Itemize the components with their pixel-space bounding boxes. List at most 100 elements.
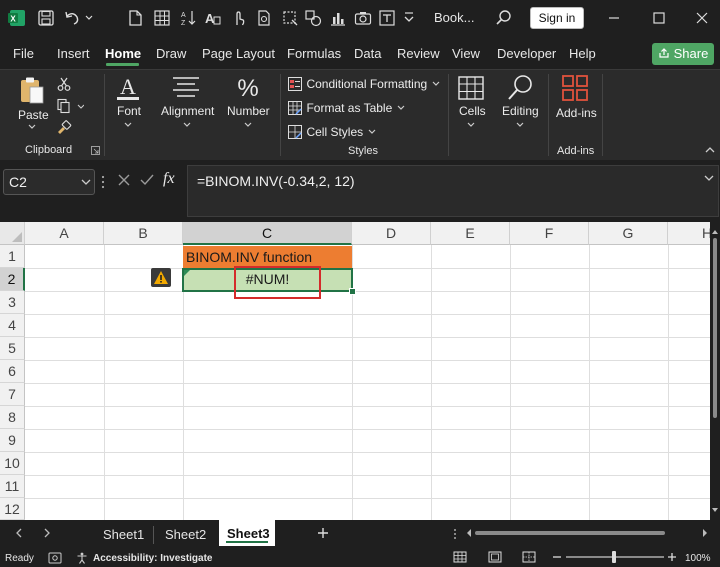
undo-icon[interactable]: [62, 8, 82, 28]
paste-label[interactable]: Paste: [18, 108, 49, 122]
scroll-left-icon[interactable]: [465, 528, 473, 538]
tab-formulas[interactable]: Formulas: [287, 46, 341, 61]
column-header-a[interactable]: A: [25, 222, 104, 245]
scroll-right-icon[interactable]: [701, 528, 709, 538]
row-header-7[interactable]: 7: [0, 383, 25, 406]
row-header-3[interactable]: 3: [0, 291, 25, 314]
macro-recording-icon[interactable]: [48, 552, 62, 564]
row-header-12[interactable]: 12: [0, 498, 25, 520]
normal-view-icon[interactable]: [453, 551, 467, 563]
add-ins-label[interactable]: Add-ins: [556, 106, 597, 120]
row-header-8[interactable]: 8: [0, 406, 25, 429]
page-break-preview-icon[interactable]: [522, 551, 536, 563]
formula-bar-options-icon[interactable]: [100, 174, 106, 190]
column-header-c[interactable]: C: [183, 222, 352, 245]
previous-sheet-icon[interactable]: [14, 527, 24, 539]
camera-icon[interactable]: [353, 8, 373, 28]
tab-review[interactable]: Review: [397, 46, 440, 61]
copy-icon[interactable]: [56, 98, 84, 114]
row-header-1[interactable]: 1: [0, 245, 25, 268]
column-header-g[interactable]: G: [589, 222, 668, 245]
row-header-2[interactable]: 2: [0, 268, 25, 291]
worksheet-grid[interactable]: A B C D E F G H 1 2 3 4 5 6 7 8 9 10 11 …: [0, 222, 710, 520]
formula-input[interactable]: =BINOM.INV(-0.34,2, 12): [187, 165, 719, 217]
zoom-in-icon[interactable]: [667, 552, 677, 562]
error-warning-icon[interactable]: [151, 268, 171, 287]
tab-home[interactable]: Home: [105, 46, 141, 61]
text-format-icon[interactable]: A: [202, 8, 222, 28]
font-icon[interactable]: A: [115, 74, 141, 102]
format-as-table-button[interactable]: Format as Table: [288, 99, 405, 117]
tab-view[interactable]: View: [452, 46, 480, 61]
tab-page-layout[interactable]: Page Layout: [202, 46, 275, 61]
customize-toolbar-icon[interactable]: [402, 8, 422, 28]
conditional-formatting-button[interactable]: Conditional Formatting: [288, 75, 440, 93]
zoom-level[interactable]: 100%: [685, 553, 711, 564]
column-header-d[interactable]: D: [352, 222, 431, 245]
sheet-tab-sheet3-active[interactable]: Sheet3: [219, 520, 275, 546]
sheet-tab-sheet1[interactable]: Sheet1: [103, 527, 144, 542]
selection-icon[interactable]: [280, 8, 300, 28]
tab-draw[interactable]: Draw: [156, 46, 186, 61]
fill-handle[interactable]: [349, 288, 356, 295]
insert-function-button[interactable]: fx: [163, 170, 175, 188]
row-header-10[interactable]: 10: [0, 452, 25, 475]
font-dropdown-icon[interactable]: [124, 122, 132, 128]
zoom-slider[interactable]: [566, 551, 664, 563]
scroll-up-icon[interactable]: [710, 228, 720, 236]
shapes-icon[interactable]: [303, 8, 323, 28]
tab-file[interactable]: File: [13, 46, 34, 61]
horizontal-scrollbar[interactable]: [465, 526, 710, 540]
editing-search-icon[interactable]: [505, 73, 535, 103]
touch-mode-icon[interactable]: [228, 8, 248, 28]
paste-dropdown-icon[interactable]: [28, 124, 36, 130]
clipboard-launcher-icon[interactable]: [91, 146, 100, 155]
save-icon[interactable]: [36, 8, 56, 28]
share-button[interactable]: Share: [652, 43, 714, 65]
close-icon[interactable]: [692, 8, 712, 28]
tab-data[interactable]: Data: [354, 46, 381, 61]
horizontal-scroll-thumb[interactable]: [475, 531, 665, 535]
maximize-icon[interactable]: [649, 8, 669, 28]
accessibility-status[interactable]: Accessibility: Investigate: [93, 553, 213, 564]
confirm-entry-icon[interactable]: [139, 172, 155, 188]
row-header-4[interactable]: 4: [0, 314, 25, 337]
format-painter-icon[interactable]: [56, 120, 72, 136]
page-layout-view-icon[interactable]: [488, 551, 502, 563]
accessibility-icon[interactable]: [76, 552, 88, 564]
tab-developer[interactable]: Developer: [497, 46, 556, 61]
column-header-h[interactable]: H: [668, 222, 710, 245]
tab-split-options-icon[interactable]: [452, 528, 458, 540]
column-header-e[interactable]: E: [431, 222, 510, 245]
next-sheet-icon[interactable]: [42, 527, 52, 539]
alignment-icon[interactable]: [172, 76, 200, 100]
row-header-9[interactable]: 9: [0, 429, 25, 452]
select-all-corner[interactable]: [0, 222, 25, 245]
cell-c1[interactable]: BINOM.INV function: [183, 246, 352, 268]
row-header-11[interactable]: 11: [0, 475, 25, 498]
cut-icon[interactable]: [56, 76, 72, 92]
text-box-icon[interactable]: [377, 8, 397, 28]
add-sheet-icon[interactable]: [316, 526, 330, 540]
percent-icon[interactable]: %: [235, 74, 261, 102]
cell-styles-button[interactable]: Cell Styles: [288, 123, 376, 141]
scroll-down-icon[interactable]: [710, 506, 720, 514]
sort-icon[interactable]: AZ: [178, 8, 198, 28]
chart-icon[interactable]: [328, 8, 348, 28]
font-label[interactable]: Font: [117, 104, 141, 118]
collapse-ribbon-icon[interactable]: [705, 146, 715, 154]
sheet-tab-sheet2[interactable]: Sheet2: [165, 527, 206, 542]
zoom-out-icon[interactable]: [552, 552, 562, 562]
alignment-label[interactable]: Alignment: [161, 104, 214, 118]
print-preview-icon[interactable]: [254, 8, 274, 28]
search-icon[interactable]: [494, 8, 514, 28]
sign-in-button[interactable]: Sign in: [530, 7, 584, 29]
grid-icon[interactable]: [152, 8, 172, 28]
editing-dropdown-icon[interactable]: [516, 122, 524, 128]
tab-help[interactable]: Help: [569, 46, 596, 61]
zoom-slider-thumb[interactable]: [612, 551, 616, 563]
row-header-5[interactable]: 5: [0, 337, 25, 360]
editing-label[interactable]: Editing: [502, 104, 539, 118]
undo-dropdown-icon[interactable]: [84, 8, 104, 28]
alignment-dropdown-icon[interactable]: [183, 122, 191, 128]
